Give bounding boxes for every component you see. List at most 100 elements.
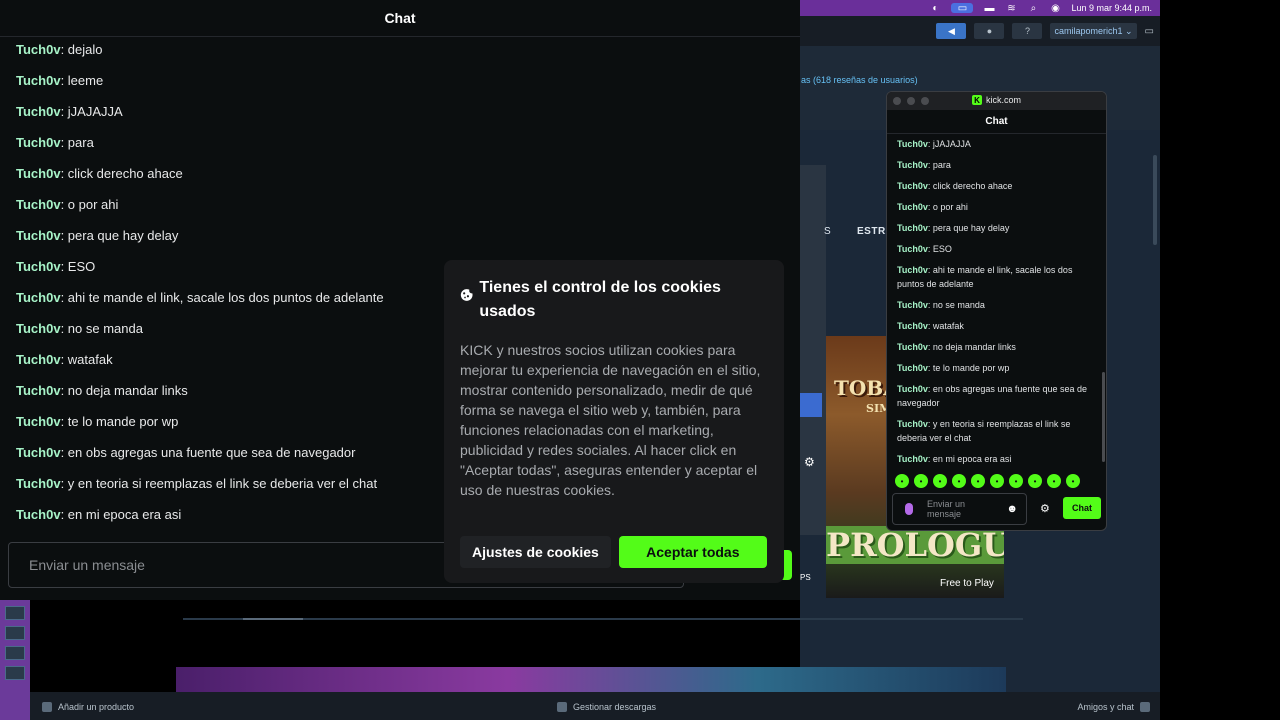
emote-icon[interactable]: • (1028, 474, 1042, 488)
notifications-button[interactable]: ● (974, 23, 1005, 39)
steam-scrollbar[interactable] (1153, 155, 1157, 245)
emote-icon[interactable]: • (895, 474, 909, 488)
chat-username[interactable]: Tuch0v (16, 352, 61, 367)
siri-icon[interactable]: ◉ (1049, 3, 1061, 14)
chat-username[interactable]: Tuch0v (16, 507, 61, 522)
chat-username[interactable]: Tuch0v (16, 197, 61, 212)
chat-username[interactable]: Tuch0v (897, 244, 928, 254)
chat-username[interactable]: Tuch0v (16, 228, 61, 243)
battery-icon[interactable]: ▬ (983, 3, 995, 14)
chat-message: Tuch0v: jJAJAJJA (16, 104, 123, 119)
screen-share-icon[interactable]: ▭ (951, 3, 974, 14)
chat-username[interactable]: Tuch0v (897, 202, 928, 212)
chat-username[interactable]: Tuch0v (16, 383, 61, 398)
chat-message: Tuch0v: ahi te mande el link, sacale los… (897, 265, 1073, 289)
mac-dock (0, 600, 30, 720)
chat-username[interactable]: Tuch0v (897, 363, 928, 373)
chat-username[interactable]: Tuch0v (16, 42, 61, 57)
add-product-button[interactable]: Añadir un producto (42, 702, 134, 712)
chat-username[interactable]: Tuch0v (897, 384, 928, 394)
chat-username[interactable]: Tuch0v (16, 414, 61, 429)
cookie-settings-button[interactable]: Ajustes de cookies (460, 536, 611, 568)
chat-username[interactable]: Tuch0v (897, 321, 928, 331)
chat-username[interactable]: Tuch0v (16, 290, 61, 305)
chat-username[interactable]: Tuch0v (897, 223, 928, 233)
chat-message: Tuch0v: o por ahi (897, 202, 968, 212)
chat-message: Tuch0v: o por ahi (16, 197, 119, 212)
side-panel-button[interactable] (800, 393, 822, 417)
gear-icon[interactable]: ⚙ (804, 455, 815, 469)
chat-message-text: no se manda (932, 300, 985, 310)
chat-username[interactable]: Tuch0v (897, 342, 928, 352)
chat-title: Chat (0, 0, 800, 37)
chat-username[interactable]: Tuch0v (16, 445, 61, 460)
emote-icon[interactable]: • (1009, 474, 1023, 488)
chat-message-text: click derecho ahace (932, 181, 1013, 191)
help-button[interactable]: ? (1012, 23, 1043, 39)
kick-send-chat-button[interactable]: Chat (1063, 497, 1101, 519)
accept-all-button[interactable]: Aceptar todas (618, 536, 767, 568)
chat-message: Tuch0v: watafak (897, 321, 964, 331)
kick-chat-message-list[interactable]: Tuch0v: jJAJAJJA Tuch0v: para Tuch0v: clic… (897, 137, 1097, 473)
chat-username[interactable]: Tuch0v (16, 104, 61, 119)
menubar-datetime[interactable]: Lun 9 mar 9:44 p.m. (1071, 3, 1152, 13)
chat-username[interactable]: Tuch0v (897, 139, 928, 149)
nav-item-partial[interactable]: S (824, 226, 831, 237)
emote-icon[interactable]: • (990, 474, 1004, 488)
chat-username[interactable]: Tuch0v (16, 321, 61, 336)
account-menu[interactable]: camilapomerich1 ⌄ (1050, 23, 1137, 39)
chat-message-text: pera que hay delay (932, 223, 1010, 233)
chat-username[interactable]: Tuch0v (16, 135, 61, 150)
chat-username[interactable]: Tuch0v (16, 166, 61, 181)
free-to-play-label: Free to Play (940, 578, 994, 589)
emoji-icon[interactable]: ☻ (1006, 503, 1018, 515)
announcements-button[interactable]: ◀ (936, 23, 967, 39)
chat-username[interactable]: Tuch0v (897, 419, 928, 429)
window-url: kick.com (985, 95, 1021, 105)
chat-username[interactable]: Tuch0v (16, 476, 61, 491)
chat-username[interactable]: Tuch0v (897, 454, 928, 464)
wifi-icon[interactable]: ≋ (1005, 3, 1017, 14)
search-icon[interactable]: ⌕ (1027, 3, 1039, 14)
chat-message: Tuch0v: pera que hay delay (897, 223, 1010, 233)
chat-message-text: en mi epoca era asi (67, 507, 182, 522)
chat-username[interactable]: Tuch0v (897, 300, 928, 310)
chat-username[interactable]: Tuch0v (16, 73, 61, 88)
chat-message: Tuch0v: click derecho ahace (897, 181, 1013, 191)
dock-app-icon[interactable] (5, 626, 25, 640)
chat-message: Tuch0v: jJAJAJJA (897, 139, 971, 149)
chat-message-text: ahi te mande el link, sacale los dos pun… (67, 290, 384, 305)
emote-icon[interactable]: • (952, 474, 966, 488)
kick-chat-scrollbar[interactable] (1102, 372, 1105, 462)
emote-icon[interactable]: • (1066, 474, 1080, 488)
reviews-text[interactable]: as (618 reseñas de usuarios) (801, 75, 918, 85)
chat-message-text: o por ahi (67, 197, 119, 212)
emote-icon[interactable]: • (971, 474, 985, 488)
emote-icon[interactable]: • (933, 474, 947, 488)
settings-gear-icon[interactable]: ⚙ (1040, 502, 1050, 515)
chat-message-text: watafak (932, 321, 964, 331)
manage-downloads-button[interactable]: Gestionar descargas (557, 702, 656, 712)
carousel-thumb[interactable] (243, 618, 303, 620)
steam-bottom-bar: Añadir un producto Gestionar descargas A… (30, 692, 1160, 720)
trash-icon[interactable] (5, 666, 25, 680)
creative-cloud-icon[interactable]: ◐ (929, 3, 941, 14)
desktop-edge (1160, 0, 1280, 720)
chat-username[interactable]: Tuch0v (897, 181, 928, 191)
chat-message-text: click derecho ahace (67, 166, 183, 181)
monitor-icon[interactable]: ▭ (1145, 26, 1154, 37)
chat-message-text: para (67, 135, 94, 150)
chat-username[interactable]: Tuch0v (16, 259, 61, 274)
chat-username[interactable]: Tuch0v (897, 265, 928, 275)
chat-message-text: no se manda (67, 321, 143, 336)
emote-icon[interactable]: • (1047, 474, 1061, 488)
chat-username[interactable]: Tuch0v (897, 160, 928, 170)
friends-chat-button[interactable]: Amigos y chat (1077, 702, 1150, 712)
dock-app-icon[interactable] (5, 606, 25, 620)
promo-banner[interactable] (176, 667, 1006, 692)
window-titlebar[interactable]: Kkick.com (887, 92, 1106, 110)
microphone-icon[interactable] (905, 503, 913, 515)
emote-icon[interactable]: • (914, 474, 928, 488)
dock-app-icon[interactable] (5, 646, 25, 660)
kick-chat-input[interactable]: Enviar un mensaje ☻ (892, 493, 1027, 525)
